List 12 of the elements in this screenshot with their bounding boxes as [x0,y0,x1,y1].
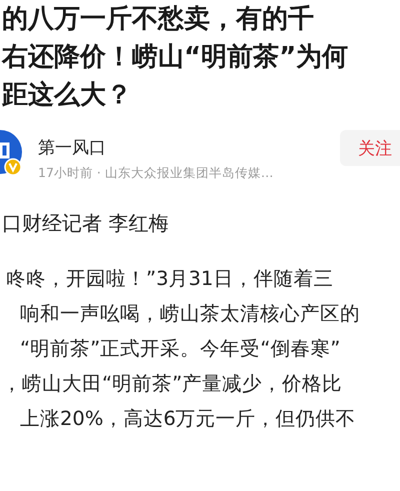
headline-line: 的八万一斤不愁卖，有的千 [2,3,314,36]
headline-line: 距这么大？ [2,79,132,112]
paragraph-line: “明前茶”正式开采。今年受“倒春寒” [20,336,340,362]
paragraph-line: 响和一声吆喝，崂山茶太清核心产区的 [20,301,360,327]
byline: 口财经记者 李红梅 [2,210,168,237]
paragraph-line: 上涨20%，高达6万元一斤，但仍供不 [20,406,356,432]
headline-line: 右还降价！崂山“明前茶”为何 [2,41,348,74]
paragraph-line: 咚咚，开园啦！”3月31日，伴随着三 [6,266,334,292]
follow-button[interactable]: 关注 [340,130,400,166]
author-name[interactable]: 第一风口 [38,136,274,159]
paragraph-line: ，崂山大田“明前茶”产量减少，价格比 [2,371,342,397]
article-meta: 17小时前 · 山东大众报业集团半岛传媒… [38,165,274,182]
